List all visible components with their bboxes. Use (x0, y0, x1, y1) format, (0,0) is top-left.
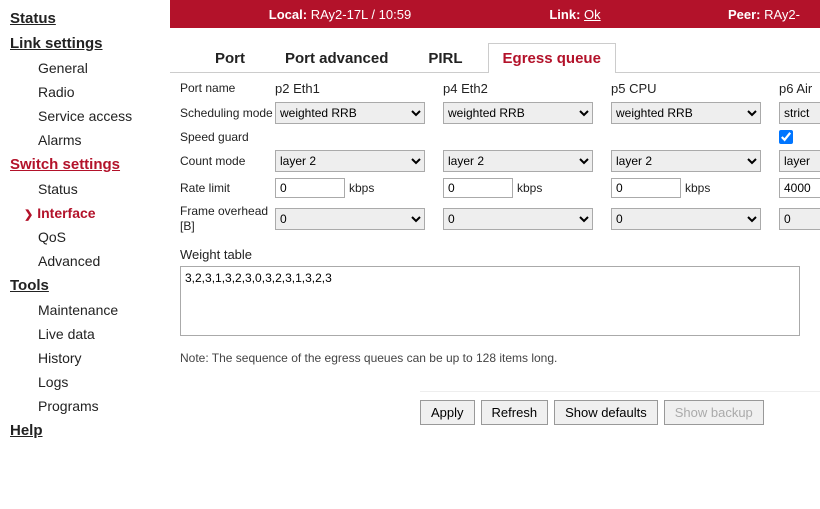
frame-select-3[interactable]: 0 (779, 208, 820, 230)
count-select-0[interactable]: layer 2 (275, 150, 425, 172)
nav-item-live-data[interactable]: Live data (10, 322, 169, 346)
button-bar: Apply Refresh Show defaults Show backup (420, 391, 820, 433)
frame-overhead-label: Frame overhead [B] (180, 204, 275, 233)
frame-select-1[interactable]: 0 (443, 208, 593, 230)
scheduling-select-0[interactable]: weighted RRB (275, 102, 425, 124)
local-value: RAy2-17L / 10:59 (311, 7, 411, 22)
port-name-3: p6 Air (779, 81, 820, 96)
nav-item-radio[interactable]: Radio (10, 80, 169, 104)
count-select-2[interactable]: layer 2 (611, 150, 761, 172)
weight-table-input[interactable]: 3,2,3,1,3,2,3,0,3,2,3,1,3,2,3 (180, 266, 800, 336)
nav-item-maintenance[interactable]: Maintenance (10, 298, 169, 322)
rate-input-0[interactable] (275, 178, 345, 198)
top-bar: Local: RAy2-17L / 10:59 Link: Ok Peer: R… (170, 0, 820, 28)
nav-group-tools[interactable]: Tools (10, 273, 169, 298)
show-backup-button[interactable]: Show backup (664, 400, 764, 425)
apply-button[interactable]: Apply (420, 400, 475, 425)
port-name-0: p2 Eth1 (275, 81, 443, 96)
peer-label: Peer: (728, 7, 761, 22)
refresh-button[interactable]: Refresh (481, 400, 549, 425)
peer-value: RAy2- (764, 7, 800, 22)
rate-input-1[interactable] (443, 178, 513, 198)
nav-item-programs[interactable]: Programs (10, 394, 169, 418)
nav-group-link-settings[interactable]: Link settings (10, 31, 169, 56)
nav-group-status[interactable]: Status (10, 6, 169, 31)
nav-item-history[interactable]: History (10, 346, 169, 370)
rate-input-2[interactable] (611, 178, 681, 198)
rate-limit-label: Rate limit (180, 181, 275, 195)
rate-input-3[interactable] (779, 178, 820, 198)
nav-item-interface[interactable]: Interface (10, 201, 169, 225)
tab-egress-queue[interactable]: Egress queue (488, 43, 616, 73)
speed-guard-check-3[interactable] (779, 130, 793, 144)
nav-item-switch-status[interactable]: Status (10, 177, 169, 201)
main: Local: RAy2-17L / 10:59 Link: Ok Peer: R… (170, 0, 820, 509)
nav-item-advanced[interactable]: Advanced (10, 249, 169, 273)
tab-pirl[interactable]: PIRL (413, 43, 477, 73)
tab-port[interactable]: Port (200, 43, 260, 73)
scheduling-label: Scheduling mode (180, 106, 275, 120)
tab-port-advanced[interactable]: Port advanced (270, 43, 403, 73)
frame-select-0[interactable]: 0 (275, 208, 425, 230)
nav-group-help[interactable]: Help (10, 418, 169, 443)
speed-guard-label: Speed guard (180, 130, 275, 144)
nav-item-general[interactable]: General (10, 56, 169, 80)
link-status[interactable]: Ok (584, 7, 601, 22)
weight-table-label: Weight table (180, 247, 820, 262)
tab-content: Port name p2 Eth1 p4 Eth2 p5 CPU p6 Air … (170, 73, 820, 433)
scheduling-select-3[interactable]: strict (779, 102, 820, 124)
nav-item-qos[interactable]: QoS (10, 225, 169, 249)
count-select-1[interactable]: layer 2 (443, 150, 593, 172)
rate-unit: kbps (517, 181, 542, 195)
nav-item-logs[interactable]: Logs (10, 370, 169, 394)
count-mode-label: Count mode (180, 154, 275, 168)
rate-unit: kbps (349, 181, 374, 195)
local-label: Local: (269, 7, 307, 22)
frame-select-2[interactable]: 0 (611, 208, 761, 230)
nav-group-switch-settings[interactable]: Switch settings (10, 152, 169, 177)
nav-item-alarms[interactable]: Alarms (10, 128, 169, 152)
port-name-label: Port name (180, 81, 275, 95)
sidebar: Status Link settings General Radio Servi… (0, 0, 170, 509)
show-defaults-button[interactable]: Show defaults (554, 400, 658, 425)
rate-unit: kbps (685, 181, 710, 195)
scheduling-select-2[interactable]: weighted RRB (611, 102, 761, 124)
scheduling-select-1[interactable]: weighted RRB (443, 102, 593, 124)
weight-note: Note: The sequence of the egress queues … (180, 351, 820, 365)
nav-item-service-access[interactable]: Service access (10, 104, 169, 128)
port-name-2: p5 CPU (611, 81, 779, 96)
count-select-3[interactable]: layer (779, 150, 820, 172)
tab-bar: Port Port advanced PIRL Egress queue (170, 28, 820, 73)
port-name-1: p4 Eth2 (443, 81, 611, 96)
link-label: Link: (549, 7, 580, 22)
